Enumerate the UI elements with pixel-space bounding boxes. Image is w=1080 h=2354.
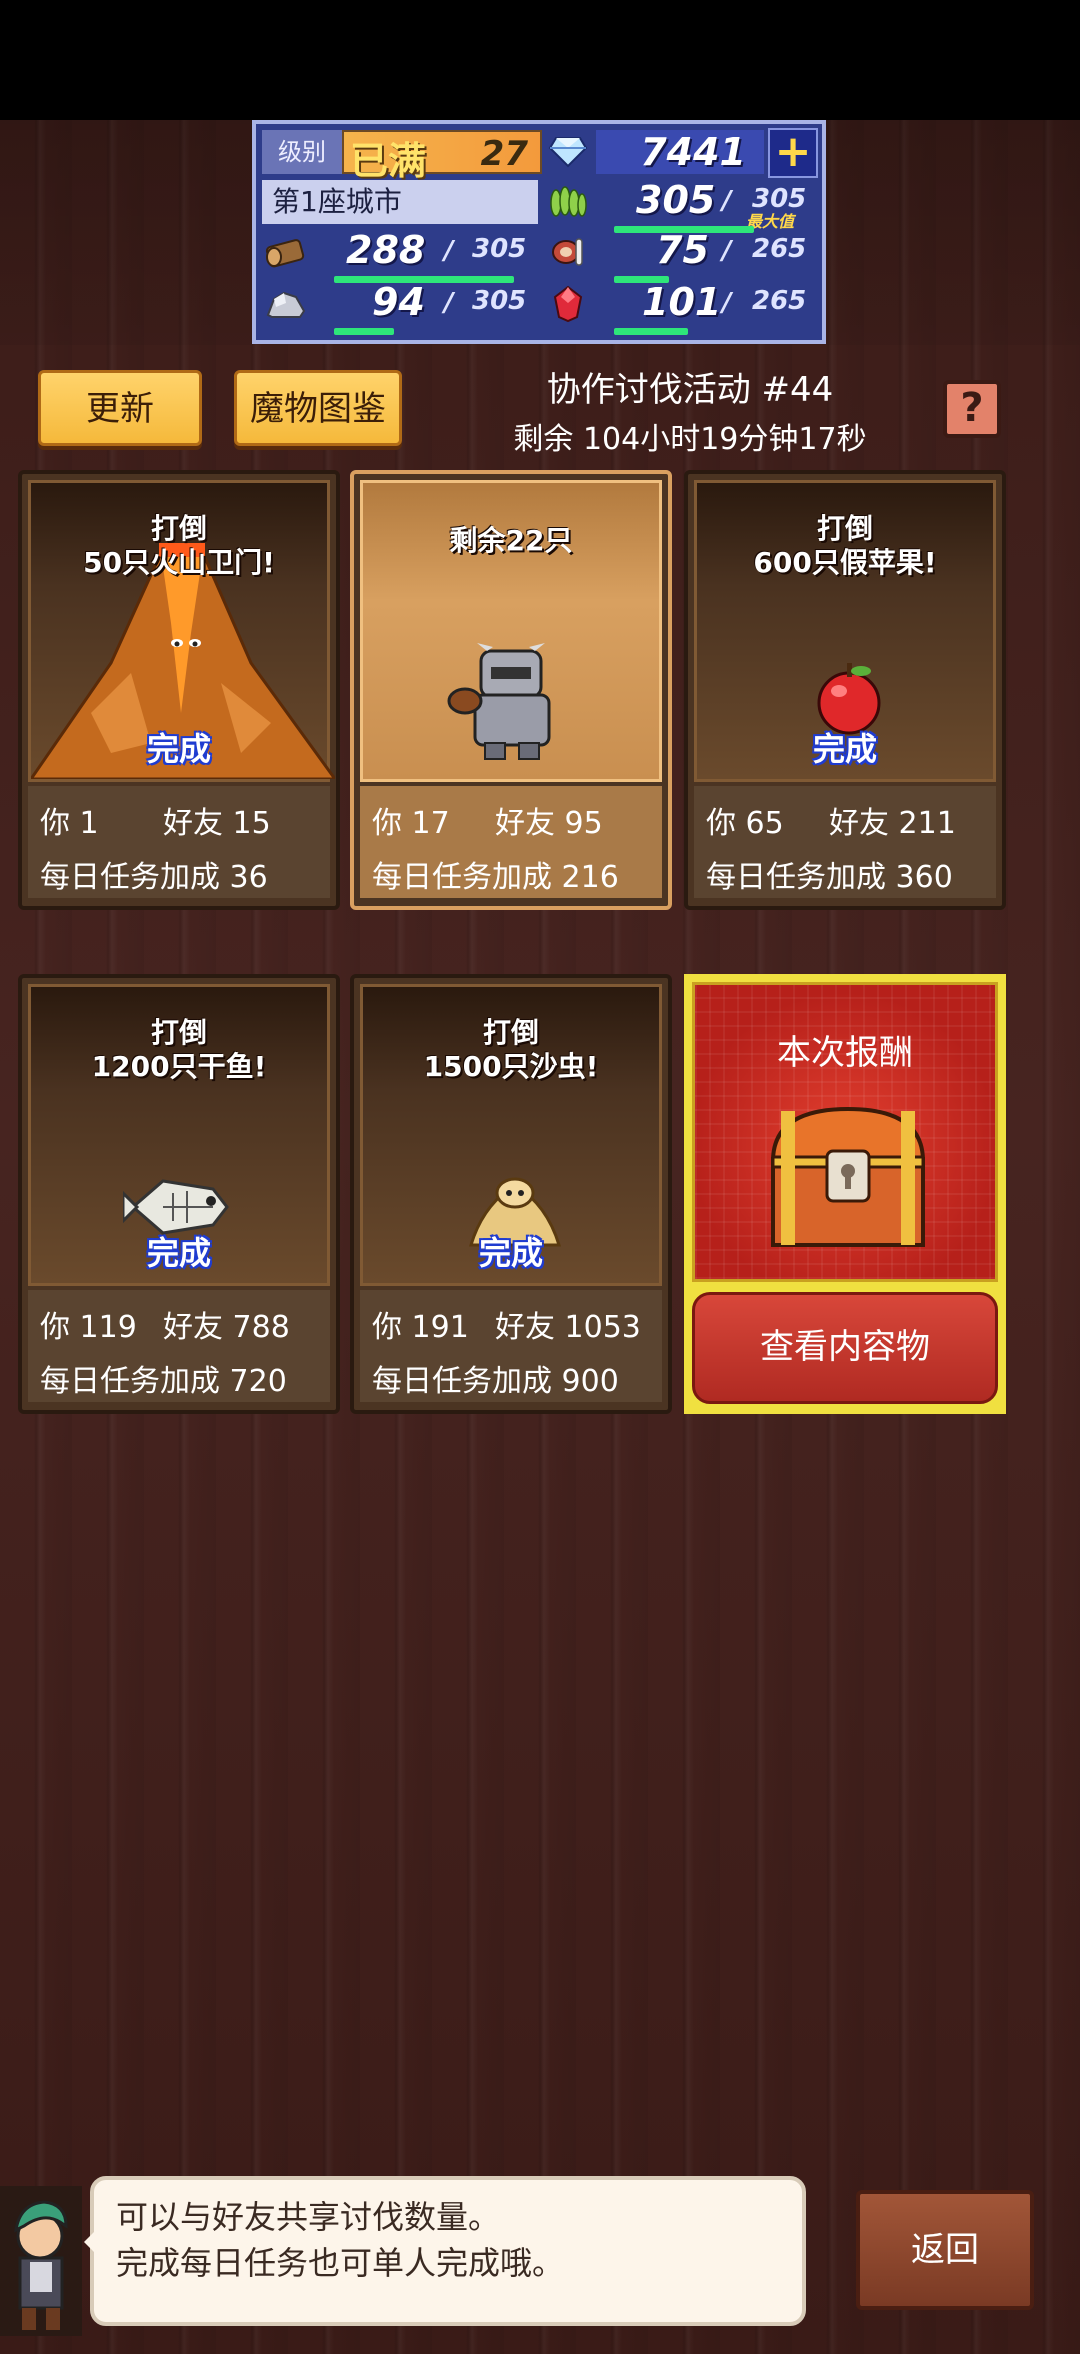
stone-current: 94 [372,280,425,324]
city-name: 第1座城市 [262,180,538,224]
completed-badge: 完成 [812,730,877,768]
hint-speech-bubble: 可以与好友共享讨伐数量。 完成每日任务也可单人完成哦。 [84,2176,806,2326]
completed-badge: 完成 [146,730,211,768]
stone-icon [260,282,312,326]
ruby-bar [614,328,688,335]
ruby-slash: / [722,288,732,318]
plus-icon: + [774,126,812,177]
completed-badge: 完成 [146,1234,211,1272]
friends-count: 好友 15 [163,806,271,841]
wood-current: 288 [346,228,426,272]
food-slash: / [722,186,732,216]
wood-box: 288 / 305 [316,228,538,282]
help-button[interactable]: ? [943,380,1001,438]
card-title: 打倒 1500只沙虫! [354,1016,668,1084]
card-title-line1: 打倒 [150,512,207,545]
card-stats: 你 65 好友 211 每日任务加成 360 [694,786,996,898]
card-title-line1: 打倒 [150,1016,207,1049]
card-title: 打倒 600只假苹果! [688,512,1002,580]
armored-monster-icon [447,643,551,760]
level-box: 已满 27 [342,130,542,183]
monster-book-button[interactable]: 魔物图鉴 [234,370,402,446]
event-title: 协作讨伐活动 #44 [546,370,834,410]
wood-slash: / [444,236,454,266]
friends-count: 好友 211 [829,806,956,841]
stone-bar [334,328,394,335]
meat-current: 75 [656,228,709,272]
card-title: 打倒 1200只干鱼! [22,1016,336,1084]
food-box: 305 / 305 最大值 [596,178,818,232]
card-title-line2: 1200只干鱼! [91,1050,267,1083]
friends-count: 好友 788 [163,1310,290,1345]
ruby-box: 101 / 265 [596,280,818,334]
stone-box: 94 / 305 [316,280,538,334]
gems-box: 7441 [596,130,764,174]
food-current: 305 [636,178,716,222]
friends-count: 好友 1053 [495,1310,641,1345]
level-max-badge: 已满 [350,139,427,183]
daily-bonus: 每日任务加成 216 [372,860,619,895]
system-status-bar [0,0,1080,120]
card-title-line1: 打倒 [482,1016,539,1049]
ruby-max: 265 [752,286,807,316]
quest-card-armored[interactable]: 剩余22只 你 17 好友 95 每日任务加成 216 [350,470,672,910]
level-value: 27 [480,134,528,174]
ruby-current: 101 [642,280,722,324]
treasure-chest-icon [770,1106,926,1247]
help-icon: ? [960,385,984,431]
stone-max: 305 [472,286,527,316]
reward-title: 本次报酬 [777,1033,913,1073]
friends-count: 好友 95 [495,806,603,841]
daily-bonus: 每日任务加成 36 [40,860,268,895]
gems-value: 7441 [640,130,746,174]
meat-max: 265 [752,234,807,264]
card-title-line2: 1500只沙虫! [423,1050,599,1083]
stone-slash: / [444,288,454,318]
card-title: 剩余22只 [354,524,668,558]
card-title: 打倒 50只火山卫门! [22,512,336,580]
meat-slash: / [722,236,732,266]
ruby-icon [542,282,594,326]
card-title-line1: 打倒 [816,512,873,545]
event-remaining-time: 剩余 104小时19分钟17秒 [513,422,867,457]
refresh-button[interactable]: 更新 [38,370,202,446]
daily-bonus: 每日任务加成 720 [40,1364,287,1399]
hint-line1: 可以与好友共享讨伐数量。 [116,2198,501,2236]
reward-art: 本次报酬 [692,982,998,1282]
wood-max: 305 [472,234,527,264]
card-title-line1: 剩余22只 [449,524,573,557]
buy-gems-button[interactable]: + [768,128,818,178]
back-button[interactable]: 返回 [856,2190,1034,2310]
quest-card-dried-fish[interactable]: 打倒 1200只干鱼! 完成 你 119 好友 788 每日任务加成 720 [18,974,340,1414]
daily-bonus: 每日任务加成 360 [706,860,953,895]
quest-card-apple[interactable]: 打倒 600只假苹果! 完成 你 65 好友 211 每日任务加成 360 [684,470,1006,910]
card-title-line2: 600只假苹果! [753,546,937,579]
card-stats: 你 1 好友 15 每日任务加成 36 [28,786,330,898]
your-count: 你 1 [40,806,99,841]
your-count: 你 191 [372,1310,469,1345]
meat-box: 75 / 265 [596,228,818,282]
reward-card[interactable]: 本次报酬 查看内容物 [684,974,1006,1414]
meat-icon [542,230,594,274]
card-title-line2: 50只火山卫门! [83,546,275,579]
quest-card-sandworm[interactable]: 打倒 1500只沙虫! 完成 你 191 好友 1053 每日任务加成 900 [350,974,672,1414]
card-stats: 你 191 好友 1053 每日任务加成 900 [360,1290,662,1402]
your-count: 你 119 [40,1310,137,1345]
daily-bonus: 每日任务加成 900 [372,1364,619,1399]
hint-line2: 完成每日任务也可单人完成哦。 [116,2244,565,2282]
resource-status-panel: 级别 已满 27 7441 + 第1座城市 305 / 305 最大值 288 … [252,120,826,344]
log-icon [260,230,312,274]
level-label: 级别 [262,130,342,174]
card-stats: 你 17 好友 95 每日任务加成 216 [360,786,662,898]
completed-badge: 完成 [478,1234,543,1272]
your-count: 你 65 [706,806,784,841]
card-stats: 你 119 好友 788 每日任务加成 720 [28,1290,330,1402]
wheat-icon [542,180,594,224]
view-contents-button[interactable]: 查看内容物 [692,1292,998,1404]
quest-card-volcano[interactable]: 打倒 50只火山卫门! 完成 你 1 好友 15 每日任务加成 36 [18,470,340,910]
your-count: 你 17 [372,806,450,841]
diamond-icon [542,130,594,174]
avatar-icon [0,2186,82,2336]
